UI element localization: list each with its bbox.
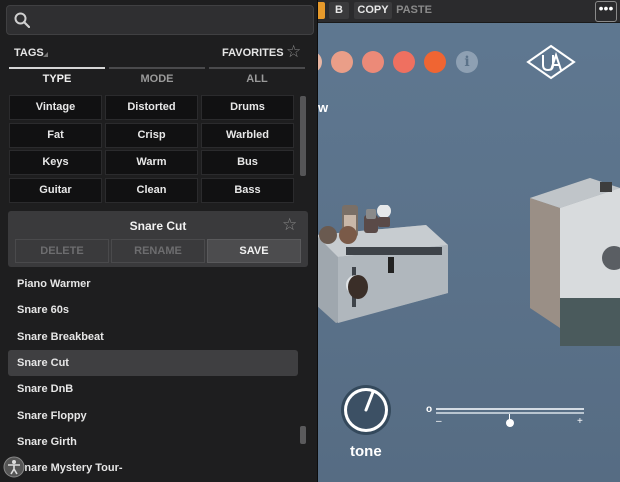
color-dot[interactable] xyxy=(362,51,384,73)
tab-mode[interactable]: MODE xyxy=(109,67,205,91)
preset-list-item[interactable]: Snare DnB xyxy=(8,376,298,402)
favorites-header[interactable]: FAVORITES xyxy=(222,47,284,59)
fader-track-lower xyxy=(436,412,584,414)
tag-grid-scroll-thumb[interactable] xyxy=(300,96,306,176)
tags-sort-icon[interactable] xyxy=(43,52,48,57)
tab-underline xyxy=(109,67,205,69)
tab-underline xyxy=(209,67,305,69)
preset-list-item[interactable]: Snare Girth xyxy=(8,429,298,455)
color-dot[interactable] xyxy=(424,51,446,73)
tag-button-bus[interactable]: Bus xyxy=(201,150,294,175)
preset-list-item[interactable]: Snare 60s xyxy=(8,297,298,323)
ua-logo xyxy=(526,44,576,80)
rename-button[interactable]: RENAME xyxy=(111,239,205,263)
current-preset-name: Snare Cut xyxy=(129,219,187,233)
tab-all[interactable]: ALL xyxy=(209,67,305,91)
preset-list-item[interactable]: Piano Warmer xyxy=(8,271,298,297)
tab-label: ALL xyxy=(246,73,268,85)
preset-list-scroll-thumb[interactable] xyxy=(300,426,306,444)
fader-left-label: o xyxy=(426,404,433,415)
fader-thumb[interactable] xyxy=(506,419,514,427)
preset-list-item[interactable]: Snare Mystery Tour- xyxy=(8,455,298,481)
tab-label: MODE xyxy=(140,73,174,85)
tag-button-crisp[interactable]: Crisp xyxy=(105,122,198,148)
plugin-toolbar: B COPY PASTE ••• xyxy=(300,0,620,23)
tag-button-warbled[interactable]: Warbled xyxy=(201,122,294,148)
search-input[interactable] xyxy=(37,10,311,32)
toolbar-b-button[interactable]: B xyxy=(329,2,349,19)
search-bar[interactable] xyxy=(6,5,314,35)
tag-tabs: TYPE MODE ALL xyxy=(9,67,309,91)
amp-pedal-graphic xyxy=(316,205,448,323)
tag-button-distorted[interactable]: Distorted xyxy=(105,95,198,120)
info-button[interactable]: i xyxy=(456,51,478,73)
tag-button-fat[interactable]: Fat xyxy=(9,122,102,148)
tag-button-vintage[interactable]: Vintage xyxy=(9,95,102,120)
color-dot[interactable] xyxy=(331,51,353,73)
preset-list-item[interactable]: Snare Breakbeat xyxy=(8,324,298,350)
save-button[interactable]: SAVE xyxy=(207,239,301,263)
delete-button[interactable]: DELETE xyxy=(15,239,109,263)
tag-button-drums[interactable]: Drums xyxy=(201,95,294,120)
tags-header[interactable]: TAGS xyxy=(14,47,44,59)
tab-underline xyxy=(9,67,105,69)
tag-button-bass[interactable]: Bass xyxy=(201,177,294,203)
compressor-pedal-graphic xyxy=(530,178,620,346)
tag-button-warm[interactable]: Warm xyxy=(105,150,198,175)
current-preset-panel: Snare Cut ☆ DELETE RENAME SAVE xyxy=(8,211,308,267)
color-dot[interactable] xyxy=(393,51,415,73)
preset-browser-panel: TAGS FAVORITES ☆ TYPE MODE ALL Vintage Dist… xyxy=(0,0,318,482)
more-options-button[interactable]: ••• xyxy=(595,1,617,22)
preset-favorite-star-icon[interactable]: ☆ xyxy=(282,216,297,233)
tag-button-keys[interactable]: Keys xyxy=(9,150,102,175)
tone-knob[interactable] xyxy=(339,383,393,437)
tag-grid-scrollbar[interactable] xyxy=(300,96,306,176)
fader-plus-label: + xyxy=(577,416,583,427)
tab-type[interactable]: TYPE xyxy=(9,67,105,91)
section-label: w xyxy=(318,100,329,115)
accessibility-icon[interactable] xyxy=(3,456,25,478)
tab-label: TYPE xyxy=(42,73,72,85)
fader-track[interactable] xyxy=(436,408,584,410)
preset-list-item[interactable]: Snare Cut xyxy=(8,349,298,376)
copy-button[interactable]: COPY xyxy=(354,2,392,19)
tone-knob-label: tone xyxy=(350,443,382,460)
search-icon xyxy=(14,12,30,28)
fader-control[interactable]: o – + xyxy=(426,404,586,428)
fader-minus-label: – xyxy=(436,416,442,427)
favorites-star-icon[interactable]: ☆ xyxy=(286,43,301,60)
paste-button[interactable]: PASTE xyxy=(394,2,434,19)
tag-button-guitar[interactable]: Guitar xyxy=(9,177,102,203)
preset-list-item[interactable]: Snare Floppy xyxy=(8,403,298,429)
tag-button-clean[interactable]: Clean xyxy=(105,177,198,203)
